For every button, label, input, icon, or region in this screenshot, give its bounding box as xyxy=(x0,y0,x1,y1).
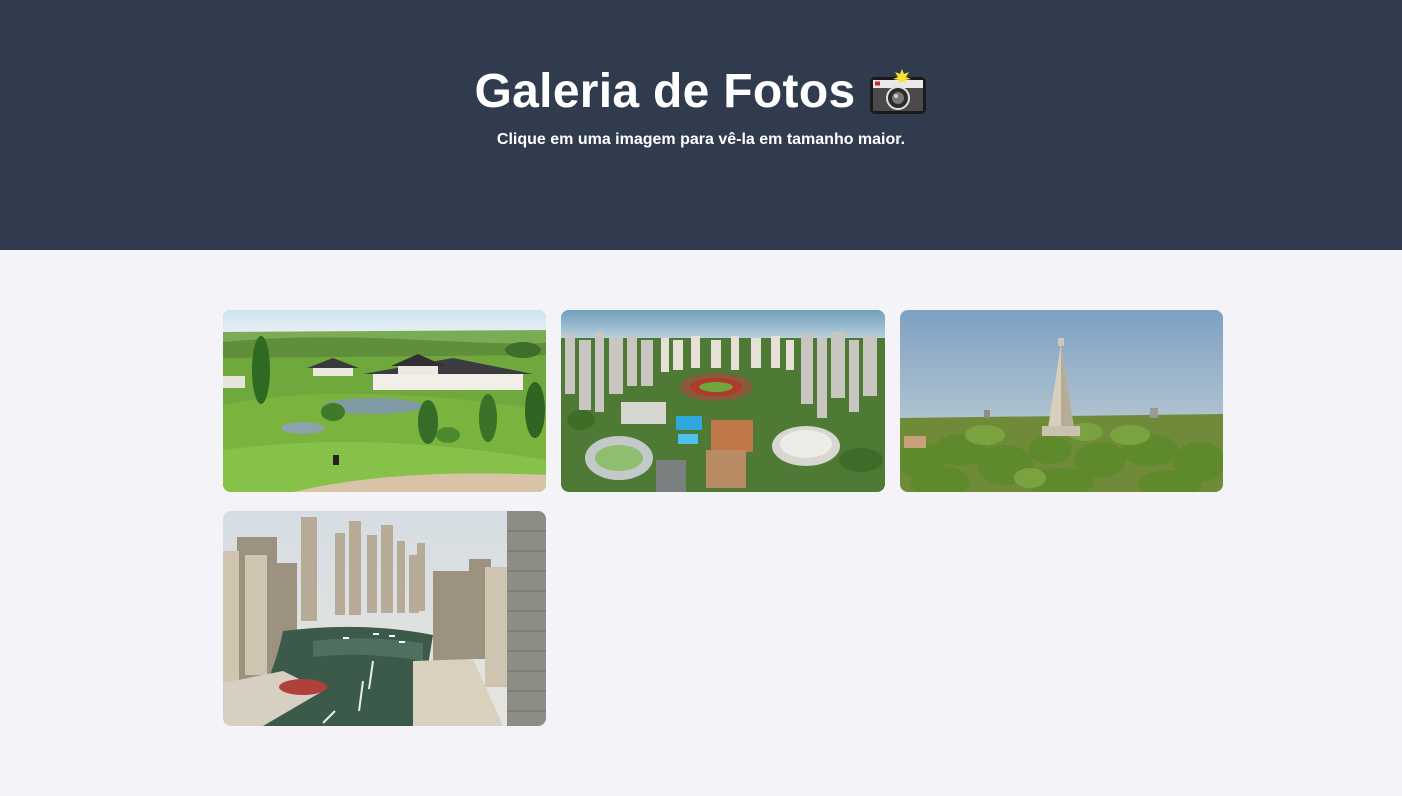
gallery-photo-cathedral[interactable] xyxy=(900,310,1223,492)
cathedral-spire-photo xyxy=(900,310,1223,492)
title-row: Galeria de Fotos xyxy=(0,62,1402,122)
gallery-photo-park[interactable] xyxy=(223,310,546,492)
photo-gallery xyxy=(223,310,1223,726)
marina-skyscrapers-photo xyxy=(223,511,546,726)
page-header: Galeria de Fotos Clique em uma imagem pa… xyxy=(0,0,1402,250)
page-title: Galeria de Fotos xyxy=(474,65,856,118)
camera-flash-icon xyxy=(870,69,927,114)
park-with-pagoda-photo xyxy=(223,310,546,492)
gallery-photo-marina[interactable] xyxy=(223,511,546,726)
page-subtitle: Clique em uma imagem para vê-la em taman… xyxy=(496,131,906,148)
stadium-aerial-photo xyxy=(561,310,885,492)
gallery-photo-stadium[interactable] xyxy=(561,310,885,492)
